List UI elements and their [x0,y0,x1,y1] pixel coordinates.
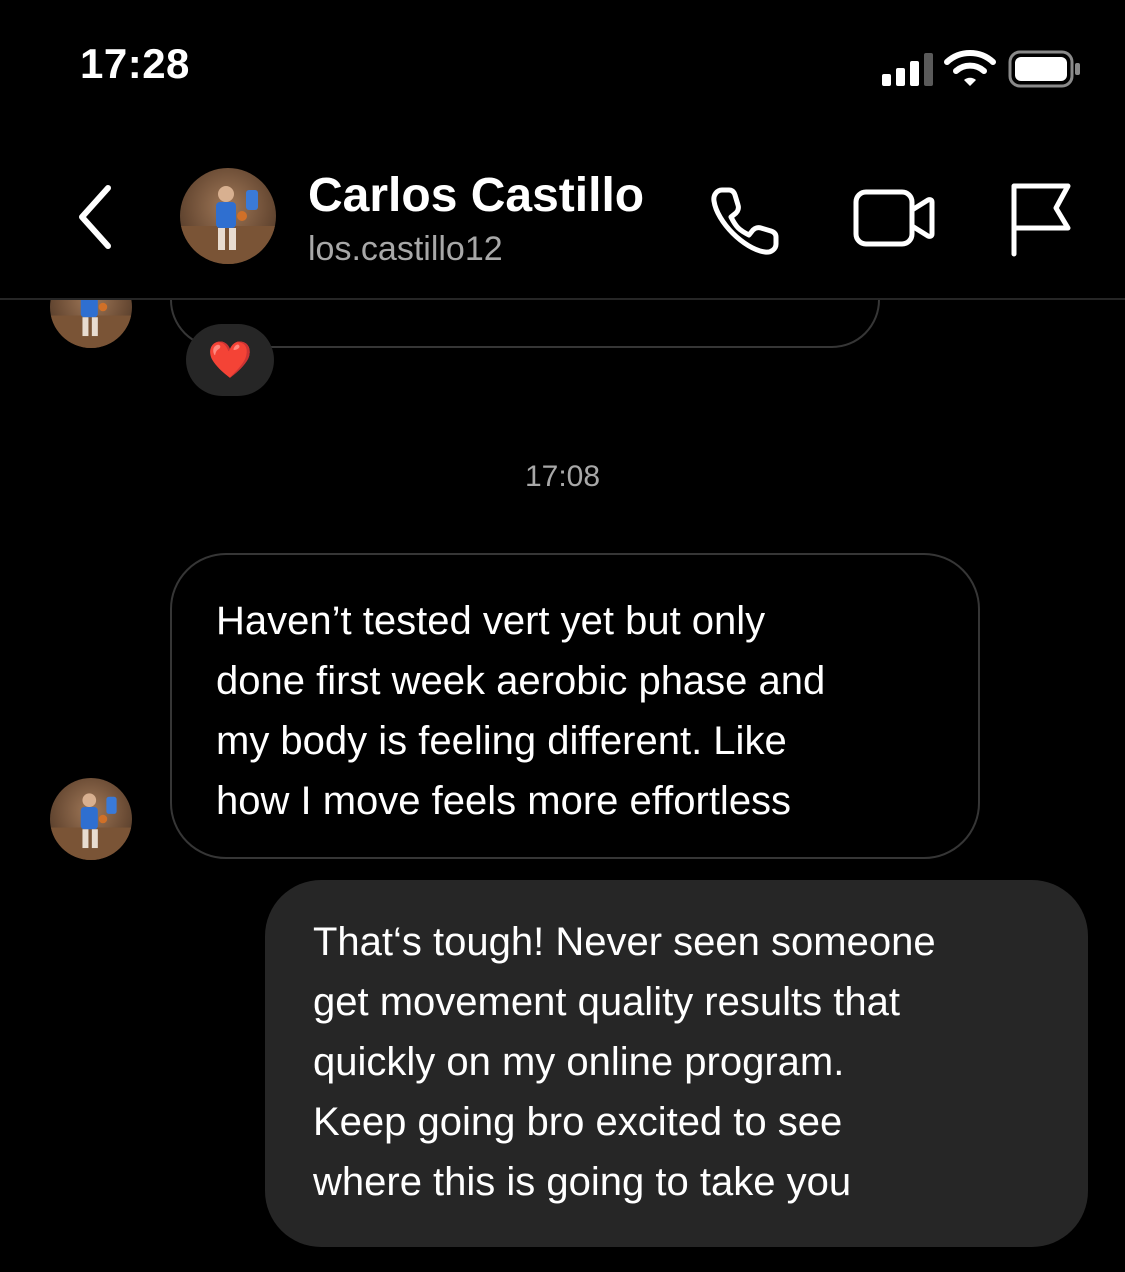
message-text: Haven’t tested vert yet but only done fi… [216,599,826,823]
phone-icon [711,187,779,255]
video-call-button[interactable] [852,180,936,256]
contact-avatar[interactable] [180,168,276,264]
audio-call-button[interactable] [706,180,786,260]
avatar-photo [180,186,276,264]
message-thread[interactable]: ❤️ 17:08 Haven’t tested vert yet but onl… [0,300,1125,1272]
report-flag-button[interactable] [1004,178,1076,258]
back-button[interactable] [68,182,128,252]
sender-avatar[interactable] [50,778,132,860]
previous-message-bubble[interactable] [170,300,880,348]
avatar-photo [50,793,132,860]
cellular-signal-icon [880,52,936,86]
outgoing-message-bubble[interactable]: That‘s tough! Never seen someone get mov… [265,880,1088,1247]
message-timestamp: 17:08 [524,460,601,493]
chevron-left-icon [79,185,111,249]
status-bar-time: 17:28 [80,40,190,87]
message-text: That‘s tough! Never seen someone get mov… [313,920,936,1204]
sender-avatar[interactable] [50,300,132,348]
heart-reaction[interactable]: ❤️ [186,324,274,396]
heart-emoji-icon: ❤️ [207,339,253,380]
battery-icon [1008,50,1082,88]
video-camera-icon [853,189,935,247]
avatar-photo [50,300,132,348]
contact-username: los.castillo12 [308,230,503,268]
incoming-message-bubble[interactable]: Haven’t tested vert yet but only done fi… [170,553,980,859]
wifi-icon [944,48,996,88]
flag-icon [1011,183,1071,257]
contact-name[interactable]: Carlos Castillo [308,168,644,223]
